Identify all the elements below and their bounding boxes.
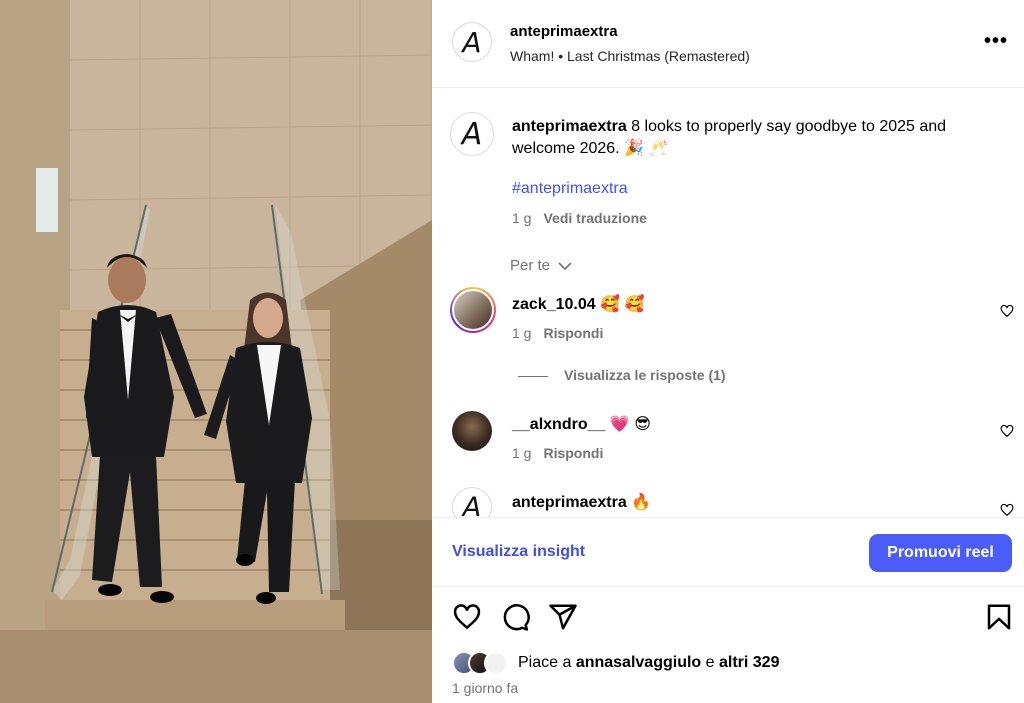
bookmark-icon[interactable] [984, 602, 1014, 632]
comment-avatar-anteprimaextra[interactable]: A [452, 487, 492, 517]
post-side-panel: A anteprimaextra Wham! • Last Christmas … [432, 0, 1024, 703]
share-icon[interactable] [548, 602, 578, 632]
comment-meta: 1 g Rispondi [512, 325, 604, 341]
likes-text: Piace a annasalvaggiulo e altri 329 [518, 654, 780, 671]
likes-summary[interactable]: Piace a annasalvaggiulo e altri 329 [452, 651, 1012, 677]
post-header: A anteprimaextra Wham! • Last Christmas … [432, 0, 1024, 88]
caption-hashtag[interactable]: #anteprimaextra [512, 180, 628, 198]
audio-track-link[interactable]: Wham! • Last Christmas (Remastered) [510, 48, 750, 64]
reply-button[interactable]: Rispondi [543, 325, 603, 341]
view-replies-button[interactable]: Visualizza le risposte (1) [518, 367, 726, 383]
owner-action-bar: Visualizza insight Promuovi reel [432, 517, 1024, 587]
reply-button[interactable]: Rispondi [543, 445, 603, 461]
liker-username[interactable]: annasalvaggiulo [576, 654, 701, 671]
reel-video-frame [0, 0, 432, 703]
post-timestamp: 1 giorno fa [452, 680, 519, 696]
comment-avatar-zack[interactable] [450, 287, 496, 333]
others-likes-link[interactable]: altri 329 [719, 654, 779, 671]
more-options-icon[interactable]: ••• [984, 30, 1008, 53]
caption-age: 1 g [512, 210, 532, 226]
comment-meta: 1 g Rispondi [512, 445, 604, 461]
post-actions [432, 600, 1024, 636]
like-comment-heart-icon[interactable] [1000, 304, 1014, 318]
liker-avatar [484, 651, 508, 675]
view-insights-button[interactable]: Visualizza insight [452, 543, 585, 561]
comment-username[interactable]: anteprimaextra [512, 494, 627, 511]
caption-meta: 1 g Vedi traduzione [512, 210, 647, 226]
comment-text: anteprimaextra 🔥 [512, 494, 652, 511]
like-comment-heart-icon[interactable] [1000, 503, 1014, 517]
caption-avatar[interactable]: A [450, 112, 494, 156]
caption-username[interactable]: anteprimaextra [512, 118, 627, 135]
comments-list[interactable]: A anteprimaextra 8 looks to properly say… [432, 89, 1024, 517]
comment-text: __alxndro__ 💗 😎 [512, 416, 651, 433]
promote-reel-button[interactable]: Promuovi reel [869, 534, 1012, 572]
caption-text: anteprimaextra 8 looks to properly say g… [512, 118, 947, 157]
see-translation-button[interactable]: Vedi traduzione [543, 210, 646, 226]
sort-dropdown[interactable]: Per te [510, 257, 572, 274]
comment-username[interactable]: zack_10.04 [512, 296, 596, 313]
comment-username[interactable]: __alxndro__ [512, 416, 605, 433]
chevron-down-icon [558, 262, 572, 271]
author-avatar[interactable]: A [452, 22, 492, 62]
comment-avatar-alxndro[interactable] [452, 411, 492, 451]
author-username[interactable]: anteprimaextra [510, 23, 618, 40]
reel-media[interactable] [0, 0, 432, 703]
comment-icon[interactable] [500, 602, 530, 632]
heart-icon[interactable] [452, 602, 482, 632]
like-comment-heart-icon[interactable] [1000, 424, 1014, 438]
comment-text: zack_10.04 🥰 🥰 [512, 296, 645, 313]
